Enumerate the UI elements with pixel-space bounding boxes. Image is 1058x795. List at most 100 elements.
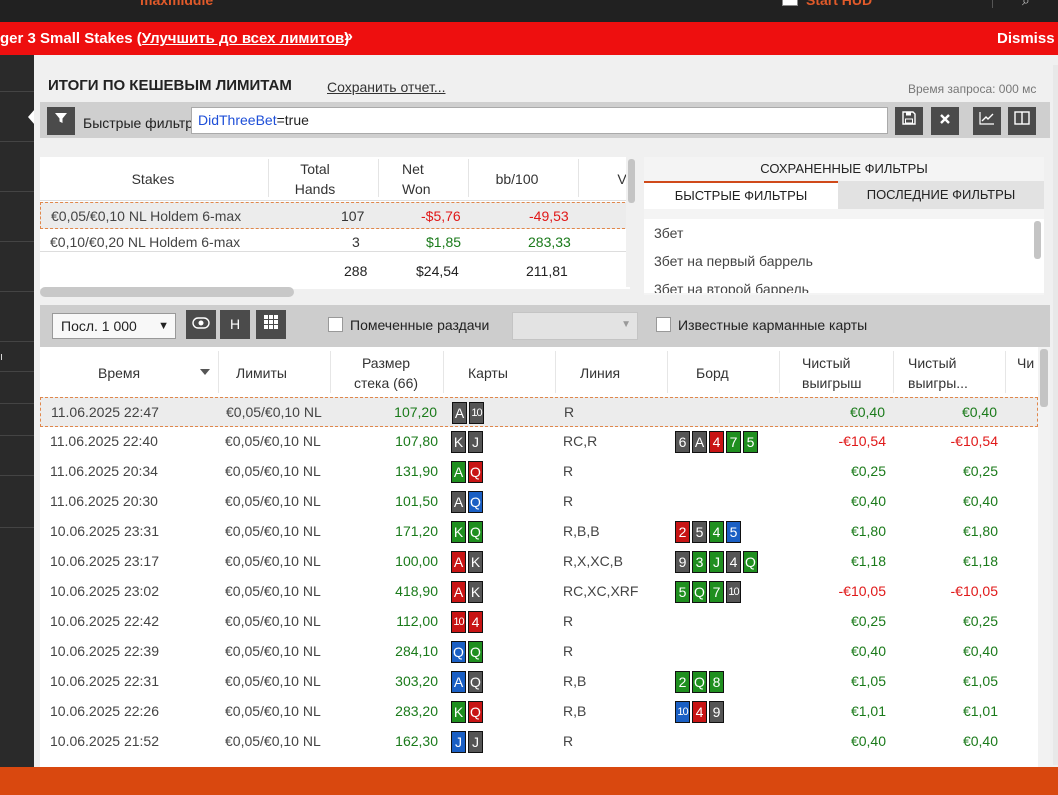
filter-icon[interactable] — [47, 107, 75, 135]
chevron-down-icon: ▼ — [621, 319, 631, 330]
hands-vscrollbar[interactable] — [1038, 347, 1050, 767]
table-row[interactable]: 10.06.2025 23:02 €0,05/€0,10 NL 418,90 RC,X… — [40, 577, 1038, 607]
known-cards-checkbox[interactable] — [656, 317, 671, 332]
col-cards[interactable]: Карты — [468, 363, 508, 383]
col-net-won[interactable]: Net Won — [380, 159, 450, 199]
grid-icon[interactable] — [256, 310, 286, 339]
col-stack-line1: Размер — [361, 355, 411, 371]
hand-limit: €0,05/€0,10 NL — [225, 643, 321, 659]
upgrade-banner: ger 3 Small Stakes (Улучшить до всех лим… — [0, 22, 1058, 55]
table-row[interactable]: 10.06.2025 21:52 €0,05/€0,10 NL 162,30 R €0,… — [40, 727, 1038, 757]
chevron-right-icon[interactable]: » — [344, 28, 353, 46]
sidebar: ı — [0, 55, 35, 767]
hand-net-won: €0,40 — [850, 643, 886, 659]
col-net-won-2-line1: Чистый — [908, 355, 957, 371]
scroll-thumb[interactable] — [1040, 349, 1048, 407]
hole-card: A — [451, 671, 466, 693]
search-icon[interactable]: ⌕ — [1022, 0, 1030, 9]
table-row[interactable]: 10.06.2025 22:31 €0,05/€0,10 NL 303,20 R,B €… — [40, 667, 1038, 697]
table-row[interactable]: 11.06.2025 20:34 €0,05/€0,10 NL 131,90 R €0,… — [40, 457, 1038, 487]
scroll-thumb[interactable] — [628, 159, 635, 203]
total-net-won: $24,54 — [416, 263, 459, 279]
table-row[interactable]: 11.06.2025 20:30 €0,05/€0,10 NL 101,50 R €0,… — [40, 487, 1038, 517]
col-more[interactable]: Чи — [1017, 353, 1034, 373]
col-board[interactable]: Борд — [696, 363, 729, 383]
stakes-row[interactable]: €0,05/€0,10 NL Holdem 6-max 107 -$5,76 -… — [40, 202, 630, 229]
layout-icon[interactable] — [1008, 107, 1036, 135]
close-icon[interactable] — [931, 107, 959, 135]
hand-stack: 171,20 — [395, 523, 438, 539]
hole-card: A — [452, 402, 467, 424]
col-stakes[interactable]: Stakes — [40, 169, 266, 189]
col-time[interactable]: Время — [98, 363, 140, 383]
col-net-won[interactable]: Чистый выигрыш — [802, 353, 862, 393]
save-report-link[interactable]: Сохранить отчет... — [327, 79, 446, 95]
hand-line: R — [563, 613, 574, 629]
col-net-won-2[interactable]: Чистый выигры... — [908, 353, 968, 393]
hand-net-won-2: €0,40 — [962, 643, 998, 659]
hole-card: K — [468, 551, 483, 573]
h-button[interactable]: H — [220, 310, 250, 339]
col-bb100[interactable]: bb/100 — [472, 169, 562, 189]
col-total-hands[interactable]: Total Hands — [270, 159, 360, 199]
filter-expression-input[interactable]: DidThreeBet=true — [191, 107, 888, 134]
sort-desc-icon[interactable] — [200, 369, 210, 375]
hole-card: K — [451, 701, 466, 723]
total-bb100: 211,81 — [526, 263, 568, 279]
hands-range-select[interactable]: Посл. 1 000 ▼ — [52, 313, 176, 339]
col-net-won-2-line2: выигры... — [908, 375, 968, 391]
page-scrollbar[interactable] — [1053, 65, 1058, 765]
quick-filter-item[interactable]: 3бет на первый баррель — [644, 247, 1044, 275]
quick-filter-item[interactable]: 3бет — [644, 219, 1044, 247]
quick-filter-item[interactable]: 3бет на второй баррель — [644, 275, 1044, 293]
table-row[interactable]: 10.06.2025 22:39 €0,05/€0,10 NL 284,10 R €0,… — [40, 637, 1038, 667]
hand-net-won: -€10,54 — [838, 433, 886, 449]
col-limits[interactable]: Лимиты — [236, 363, 287, 383]
hand-net-won-2: €0,40 — [962, 493, 998, 509]
board-card: 5 — [726, 521, 741, 543]
table-row[interactable]: 10.06.2025 23:31 €0,05/€0,10 NL 171,20 R,B,… — [40, 517, 1038, 547]
board-card: 6 — [675, 431, 690, 453]
tab-saved-filters[interactable]: СОХРАНЕННЫЕ ФИЛЬТРЫ — [644, 161, 1044, 176]
table-row[interactable]: 10.06.2025 23:17 €0,05/€0,10 NL 100,00 R,X,… — [40, 547, 1038, 577]
sidebar-divider — [0, 191, 34, 192]
save-icon[interactable] — [895, 107, 923, 135]
stakes-hscrollbar[interactable] — [40, 287, 294, 297]
eye-icon[interactable] — [186, 310, 216, 339]
marked-hands-select[interactable]: ▼ — [512, 312, 638, 340]
hand-line: R,X,XC,B — [563, 553, 623, 569]
hand-limit: €0,05/€0,10 NL — [225, 583, 321, 599]
hand-net-won: €0,25 — [850, 463, 886, 479]
hole-card: J — [468, 731, 483, 753]
table-row[interactable]: 10.06.2025 22:42 €0,05/€0,10 NL 112,00 R €0,… — [40, 607, 1038, 637]
table-row[interactable]: 11.06.2025 22:47 €0,05/€0,10 NL 107,20 R €0,… — [40, 397, 1038, 427]
hand-net-won-2: €0,40 — [962, 733, 998, 749]
column-divider — [378, 159, 379, 197]
col-stack[interactable]: Размер стека (66) — [330, 353, 442, 393]
hud-checkbox[interactable] — [782, 0, 798, 6]
marked-hands-checkbox[interactable] — [328, 317, 343, 332]
filter-list-scrollbar[interactable] — [1032, 219, 1044, 293]
hand-net-won: €1,80 — [850, 523, 886, 539]
hole-card: 4 — [468, 611, 483, 633]
board-card: 10 — [675, 701, 690, 723]
board-card: 5 — [692, 521, 707, 543]
tab-quick-filters[interactable]: БЫСТРЫЕ ФИЛЬТРЫ — [644, 181, 838, 209]
hand-stack: 100,00 — [395, 553, 438, 569]
scroll-thumb[interactable] — [1034, 221, 1041, 259]
table-row[interactable]: 11.06.2025 22:40 €0,05/€0,10 NL 107,80 RC,R… — [40, 427, 1038, 457]
hole-card: 10 — [469, 402, 484, 424]
upgrade-link[interactable]: Улучшить до всех лимитов — [142, 30, 345, 47]
tab-recent-filters[interactable]: ПОСЛЕДНИЕ ФИЛЬТРЫ — [838, 181, 1044, 209]
board-card: 8 — [709, 671, 724, 693]
table-row[interactable]: 10.06.2025 22:26 €0,05/€0,10 NL 283,20 R,B €… — [40, 697, 1038, 727]
filter-key: DidThreeBet — [198, 112, 277, 128]
col-line[interactable]: Линия — [580, 363, 620, 383]
chart-icon[interactable] — [973, 107, 1001, 135]
hand-stack: 107,20 — [394, 404, 437, 420]
stakes-vscrollbar[interactable] — [626, 157, 638, 287]
dismiss-button[interactable]: Dismiss — [997, 30, 1055, 47]
hand-line: R — [563, 463, 574, 479]
column-divider — [779, 351, 780, 393]
hand-stack: 107,80 — [395, 433, 438, 449]
